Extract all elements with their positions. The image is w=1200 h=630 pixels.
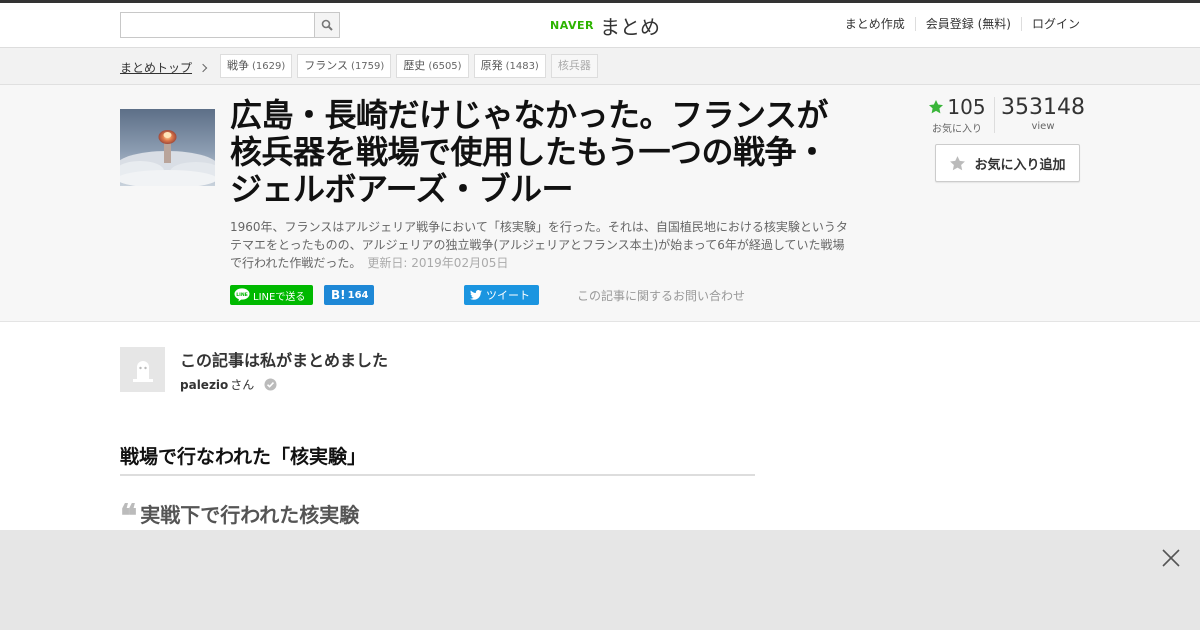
author-box: この記事は私がまとめました palezio さん <box>120 347 720 393</box>
favorite-count: 105 お気に入り <box>920 95 994 135</box>
tag-item[interactable]: 歴史 (6505) <box>396 54 469 78</box>
tag-item[interactable]: 戦争 (1629) <box>220 54 293 78</box>
tag-item[interactable]: 核兵器 <box>550 54 598 78</box>
author-name: palezio さん <box>180 376 277 393</box>
default-avatar-icon <box>132 360 153 382</box>
article-title: 広島・長崎だけじゃなかった。フランスが核兵器を戦場で使用したもう一つの戦争・ジェ… <box>230 96 828 208</box>
nav-create-matome[interactable]: まとめ作成 <box>835 17 915 31</box>
tag-label: 歴史 <box>403 59 426 72</box>
verified-check-icon <box>264 378 277 391</box>
line-share-button[interactable]: LINE LINEで送る <box>230 285 313 305</box>
article-stats: 105 お気に入り 353148 view <box>920 95 1085 135</box>
hatena-bookmark-button[interactable]: B! 164 <box>324 285 374 305</box>
updated-date: 更新日: 2019年02月05日 <box>367 256 509 270</box>
description-text: 1960年、フランスはアルジェリア戦争において「核実験」を行った。それは、自国植… <box>230 220 848 270</box>
breadcrumb-home[interactable]: まとめトップ <box>120 59 192 76</box>
tweet-label: ツイート <box>486 289 530 302</box>
line-share-label: LINEで送る <box>253 291 306 303</box>
search-input[interactable] <box>121 13 315 37</box>
author-username[interactable]: palezio <box>180 378 228 392</box>
breadcrumb[interactable]: まとめトップ <box>120 59 208 76</box>
tag-label: 戦争 <box>227 59 249 72</box>
tag-item[interactable]: 原発 (1483) <box>473 54 546 78</box>
stats-divider <box>994 97 995 133</box>
view-label: view <box>1031 121 1055 132</box>
tag-count: (1759) <box>351 61 385 72</box>
favorite-label: お気に入り <box>932 124 982 135</box>
line-icon: LINE <box>234 288 250 302</box>
tag-item[interactable]: フランス (1759) <box>297 54 392 78</box>
logo-naver-text: NAVER <box>550 18 594 32</box>
chevron-right-icon <box>198 63 208 72</box>
contact-link[interactable]: この記事に関するお問い合わせ <box>577 287 745 304</box>
nav-register[interactable]: 会員登録 (無料) <box>914 17 1021 31</box>
author-heading: この記事は私がまとめました <box>180 351 389 370</box>
author-honorific: さん <box>230 378 255 392</box>
view-number: 353148 <box>1001 95 1085 120</box>
twitter-bird-icon <box>470 290 482 300</box>
article-description: 1960年、フランスはアルジェリア戦争において「核実験」を行った。それは、自国植… <box>230 218 850 272</box>
tag-list: 戦争 (1629) フランス (1759) 歴史 (6505) 原発 (1483) 核兵… <box>220 54 598 78</box>
tag-count: (1629) <box>252 61 286 72</box>
search-box <box>120 12 340 38</box>
tweet-button[interactable]: ツイート <box>464 285 539 305</box>
tag-count: (6505) <box>428 61 462 72</box>
svg-text:LINE: LINE <box>236 292 248 298</box>
quote-text: 実戦下で行われた核実験 <box>140 503 360 527</box>
avatar[interactable] <box>120 347 165 392</box>
favorite-number: 105 <box>947 95 986 119</box>
add-favorite-button[interactable]: お気に入り追加 <box>935 144 1080 182</box>
view-count: 353148 view <box>998 95 1088 132</box>
article-header: 広島・長崎だけじゃなかった。フランスが核兵器を戦場で使用したもう一つの戦争・ジェ… <box>0 85 1200 322</box>
site-header: NAVER まとめ まとめ作成 会員登録 (無料) ログイン <box>0 3 1200 48</box>
tag-label: 原発 <box>480 59 503 72</box>
header-nav: まとめ作成 会員登録 (無料) ログイン <box>835 17 1080 31</box>
quote-mark-icon: ❝ <box>120 496 138 535</box>
search-icon <box>321 19 333 31</box>
star-outline-icon <box>950 155 966 170</box>
ad-banner <box>0 530 1200 630</box>
search-button[interactable] <box>314 13 339 37</box>
tag-bar: まとめトップ 戦争 (1629) フランス (1759) 歴史 (6505) 原発 (1… <box>0 48 1200 85</box>
tag-label: フランス <box>304 59 349 72</box>
quote-heading: ❝ 実戦下で行われた核実験 <box>120 496 360 535</box>
tag-count: (1483) <box>505 61 539 72</box>
hatena-count: 164 <box>347 289 369 301</box>
mushroom-cloud-image <box>120 109 215 186</box>
site-logo[interactable]: NAVER まとめ <box>550 10 660 40</box>
add-favorite-label: お気に入り追加 <box>974 157 1066 173</box>
section-heading: 戦場で行なわれた「核実験」 <box>120 442 755 476</box>
star-icon <box>929 100 944 114</box>
logo-matome-text: まとめ <box>599 14 660 39</box>
share-bar: LINE LINEで送る B! 164 ツイート この記事に関するお問い合わせ <box>230 285 850 305</box>
article-thumbnail[interactable] <box>120 109 215 186</box>
tag-label: 核兵器 <box>557 59 591 72</box>
close-icon[interactable] <box>1161 548 1181 568</box>
hatena-icon: B! <box>331 288 346 302</box>
nav-login[interactable]: ログイン <box>1020 17 1080 31</box>
